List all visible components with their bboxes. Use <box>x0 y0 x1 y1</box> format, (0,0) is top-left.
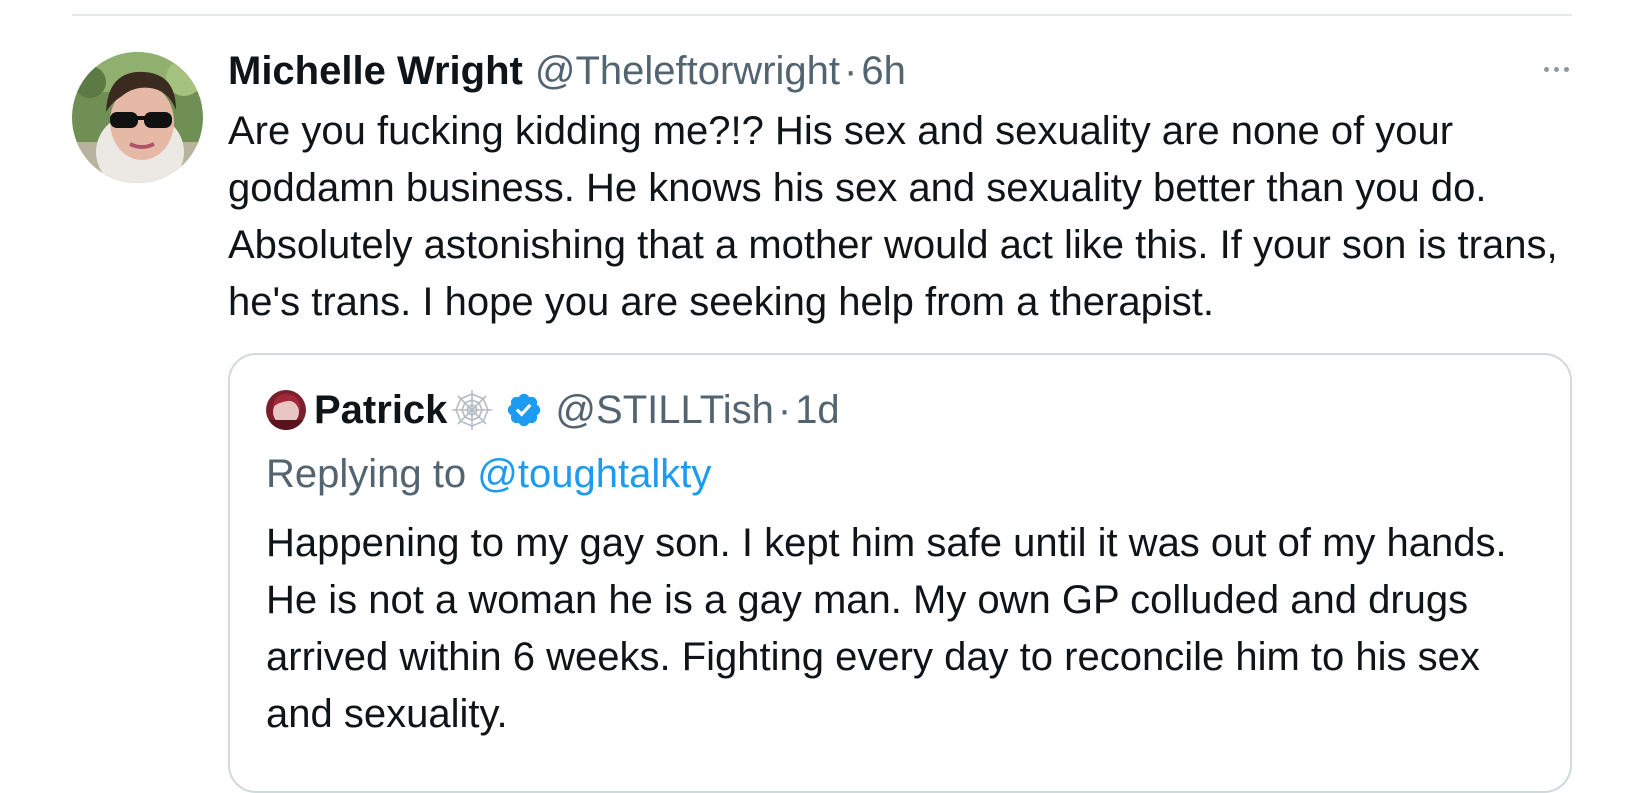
avatar-image <box>72 52 203 183</box>
replying-to-line: Replying to @toughtalkty <box>266 447 711 501</box>
tweet-timestamp[interactable]: 6h <box>861 49 906 94</box>
verified-badge-icon <box>505 391 543 429</box>
tweet-header: Michelle Wright @Theleftorwright · 6h <box>228 44 906 98</box>
dot <box>1563 66 1569 72</box>
quoted-tweet-text: Happening to my gay son. I kept him safe… <box>266 521 1507 736</box>
replying-to-handle[interactable]: @toughtalkty <box>477 452 711 496</box>
quoted-author-handle[interactable]: @STILLTish <box>555 388 773 433</box>
quoted-avatar-image <box>266 390 306 430</box>
author-handle[interactable]: @Theleftorwright <box>535 49 840 94</box>
quoted-author-avatar[interactable] <box>266 390 306 430</box>
quoted-author-name[interactable]: Patrick <box>314 388 447 433</box>
author-name[interactable]: Michelle Wright <box>228 49 523 94</box>
quoted-tweet-header: Patrick @STILLTish · 1d <box>266 381 840 439</box>
quoted-tweet-timestamp[interactable]: 1d <box>795 388 840 433</box>
quoted-header-separator: · <box>777 387 792 432</box>
replying-prefix: Replying to <box>266 452 467 496</box>
dot <box>1543 66 1549 72</box>
author-avatar[interactable] <box>72 52 203 183</box>
spider-web-icon <box>449 387 495 433</box>
header-separator: · <box>844 48 858 93</box>
tweet-text: Are you fucking kidding me?!? His sex an… <box>228 109 1558 324</box>
tweet: Michelle Wright @Theleftorwright · 6h Ar… <box>0 0 1634 793</box>
dot <box>1553 66 1559 72</box>
quoted-tweet-card[interactable]: Patrick @STILLTish · 1d Replying to @tou… <box>228 353 1572 793</box>
more-dots-icon[interactable] <box>1538 54 1574 84</box>
